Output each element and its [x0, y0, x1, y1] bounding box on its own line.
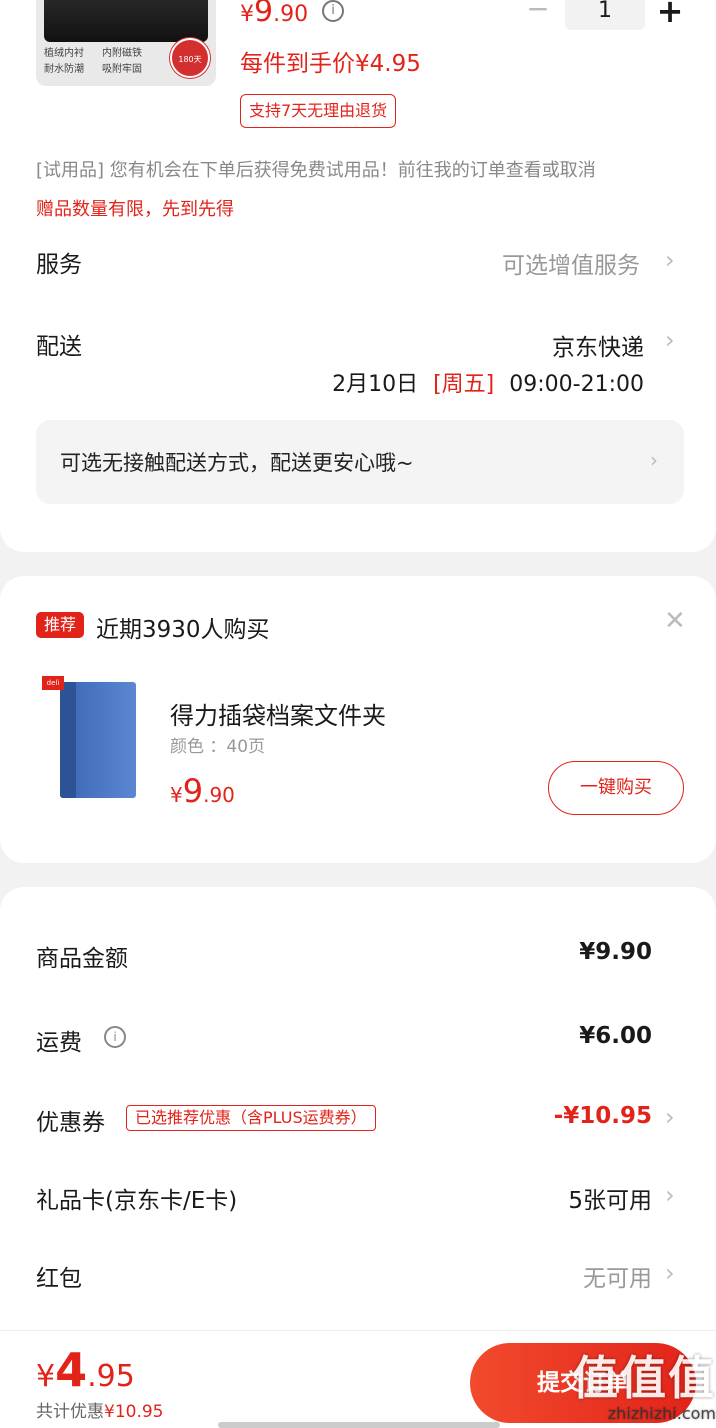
recommended-product-spec: 颜色 ：40页 [170, 737, 266, 757]
total-symbol: ¥ [36, 1359, 56, 1394]
saved-label: 共计优惠 [36, 1402, 104, 1422]
price-int: 9 [254, 0, 274, 29]
coupon-value[interactable]: -¥10.95 [452, 1103, 652, 1129]
giftcard-label: 礼品卡(京东卡/E卡) [36, 1188, 238, 1214]
info-icon[interactable]: i [322, 0, 344, 22]
guarantee-badge: 180天 [170, 38, 210, 78]
brand-logo: deli [42, 676, 64, 690]
recommended-product-name[interactable]: 得力插袋档案文件夹 [170, 696, 386, 731]
watermark-logo: 值值值 [572, 1351, 716, 1405]
redpacket-value[interactable]: 无可用 [452, 1259, 652, 1293]
service-value[interactable]: 可选增值服务 [400, 246, 640, 280]
price-summary-card: 商品金额 ¥9.90 运费 i ¥6.00 优惠券 已选推荐优惠（含PLUS运费… [0, 887, 716, 1347]
one-click-buy-button[interactable]: 一键购买 [548, 761, 684, 815]
watermark-url: zhizhizhi.com [607, 1404, 716, 1423]
contactless-text: 可选无接触配送方式，配送更安心哦~ [60, 451, 414, 475]
product-tag: 吸附牢固 [102, 64, 142, 75]
recommended-product-price: ¥9.90 [170, 772, 235, 810]
goods-amount-value: ¥9.90 [579, 939, 652, 965]
watermark: 值值值 zhizhizhi.com [540, 1342, 716, 1423]
service-label: 服务 [36, 252, 82, 278]
binder-spine [60, 682, 76, 798]
total-dec: .95 [87, 1359, 135, 1394]
product-box-image [44, 0, 208, 42]
chevron-right-icon[interactable]: › [665, 246, 675, 274]
quantity-increase-button[interactable]: + [655, 0, 685, 27]
quantity-decrease-button[interactable]: − [526, 0, 550, 24]
chevron-right-icon[interactable]: › [665, 1103, 675, 1131]
recommendation-card: 推荐 近期3930人购买 ✕ deli 得力插袋档案文件夹 颜色 ：40页 ¥9… [0, 576, 716, 863]
product-image-tags: 植绒内衬 内附磁铁耐水防潮 吸附牢固 [44, 46, 168, 78]
shipping-label: 运费 [36, 1030, 82, 1056]
trial-notice[interactable]: [试用品] 您有机会在下单后获得免费试用品！前往我的订单查看或取消 [36, 156, 596, 182]
chevron-right-icon[interactable]: › [665, 1259, 675, 1287]
recommend-badge: 推荐 [36, 612, 84, 638]
coupon-selected-tag: 已选推荐优惠（含PLUS运费券） [126, 1105, 376, 1131]
chevron-right-icon[interactable]: › [665, 1181, 675, 1209]
quantity-input[interactable]: 1 [565, 0, 645, 30]
product-tag: 内附磁铁 [102, 48, 142, 59]
contactless-delivery-option[interactable]: 可选无接触配送方式，配送更安心哦~ › [36, 420, 684, 504]
chevron-right-icon: › [650, 448, 658, 472]
product-tag: 植绒内衬 [44, 48, 84, 59]
info-icon[interactable]: i [104, 1026, 126, 1048]
delivery-time-range: 09:00-21:00 [509, 372, 644, 397]
delivery-date: 2月10日 [332, 372, 419, 397]
saved-value: ¥10.95 [104, 1402, 164, 1422]
chevron-right-icon[interactable]: › [665, 326, 675, 354]
coupon-label: 优惠券 [36, 1110, 105, 1136]
price-int: 9 [182, 772, 204, 810]
order-item-card: 植绒内衬 内附磁铁耐水防潮 吸附牢固 180天 ¥9.90 i − 1 + 每件到手… [0, 0, 716, 552]
close-icon[interactable]: ✕ [664, 606, 686, 636]
price-symbol: ¥ [240, 2, 254, 27]
price-dec: .90 [203, 783, 235, 807]
home-indicator[interactable] [218, 1422, 500, 1428]
recommended-product-image[interactable]: deli [42, 676, 142, 802]
product-tag: 耐水防潮 [44, 64, 84, 75]
product-image[interactable]: 植绒内衬 内附磁铁耐水防潮 吸附牢固 180天 [36, 0, 216, 86]
redpacket-label: 红包 [36, 1266, 82, 1292]
product-price: ¥9.90 [240, 0, 308, 29]
delivery-weekday: [周五] [433, 372, 495, 397]
total-saved: 共计优惠¥10.95 [36, 1397, 163, 1422]
goods-amount-label: 商品金额 [36, 946, 128, 972]
gift-limit-notice: 赠品数量有限，先到先得 [36, 199, 234, 220]
delivery-time[interactable]: 2月10日 [周五] 09:00-21:00 [300, 366, 644, 398]
price-symbol: ¥ [170, 783, 183, 807]
recommend-title: 近期3930人购买 [96, 617, 270, 643]
return-policy-tag: 支持7天无理由退货 [240, 94, 397, 128]
total-int: 4 [55, 1343, 88, 1397]
shipping-value: ¥6.00 [579, 1023, 652, 1049]
unit-price-text: 每件到手价¥4.95 [240, 51, 421, 77]
total-price: ¥4.95 [36, 1343, 135, 1397]
giftcard-value[interactable]: 5张可用 [452, 1181, 652, 1215]
delivery-label: 配送 [36, 334, 82, 360]
delivery-method[interactable]: 京东快递 [400, 328, 644, 362]
price-dec: .90 [273, 2, 309, 27]
